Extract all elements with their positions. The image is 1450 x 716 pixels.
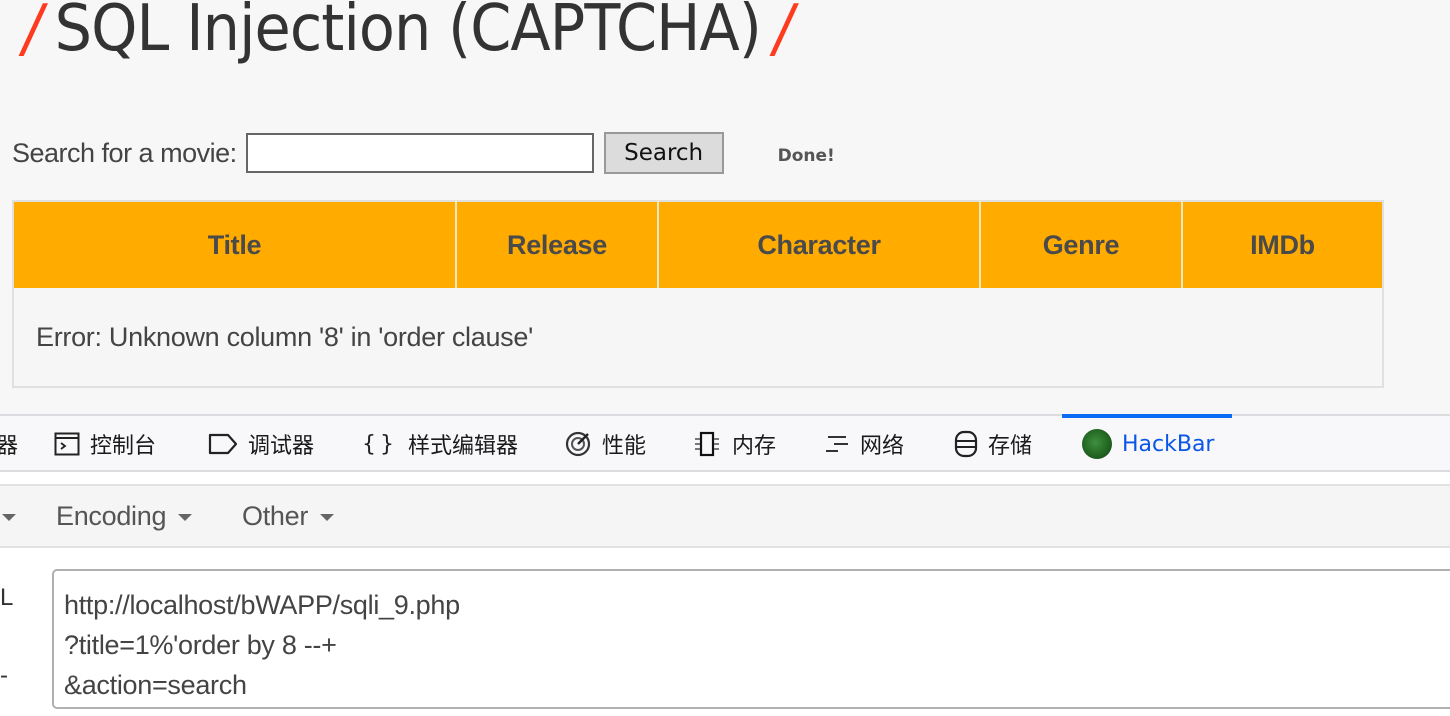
storage-icon	[954, 430, 978, 458]
console-icon	[54, 432, 80, 456]
tab-label: 内存	[732, 434, 777, 459]
menu-label: Encoding	[56, 500, 167, 531]
panel-separator	[0, 472, 1450, 484]
tab-label: 控制台	[90, 434, 157, 459]
tab-performance[interactable]: 性能	[564, 416, 646, 472]
url-textarea[interactable]: http://localhost/bWAPP/sqli_9.php ?title…	[52, 569, 1450, 709]
devtools-tab-bar: 器 控制台 调试器 {} 样式编辑器 性能 内存 网络 存储 HackBar	[0, 414, 1450, 472]
column-header-character: Character	[658, 201, 981, 288]
tab-style-editor[interactable]: {} 样式编辑器	[362, 416, 518, 472]
table-row: Error: Unknown column '8' in 'order clau…	[13, 288, 1383, 387]
movie-table: Title Release Character Genre IMDb Error…	[12, 200, 1384, 388]
post-side-label: -	[0, 662, 8, 689]
debugger-icon	[208, 433, 238, 455]
title-slash-left: /	[22, 0, 43, 66]
hackbar-menu-bar: Encoding Other	[0, 484, 1450, 548]
tab-network[interactable]: 网络	[824, 416, 904, 472]
page-title-text: SQL Injection (CAPTCHA)	[54, 0, 762, 66]
column-header-title: Title	[13, 201, 457, 288]
tab-hackbar[interactable]: HackBar	[1061, 414, 1234, 472]
tab-console[interactable]: 控制台	[54, 416, 156, 472]
memory-icon	[692, 431, 722, 457]
column-header-release: Release	[456, 201, 659, 288]
tab-label: HackBar	[1122, 431, 1215, 457]
hackbar-logo-icon	[1082, 429, 1112, 459]
tab-label: 性能	[602, 434, 647, 459]
network-icon	[824, 433, 850, 455]
url-side-label: L	[0, 584, 14, 611]
chevron-down-icon	[320, 514, 335, 521]
style-editor-icon: {}	[362, 431, 398, 457]
tab-storage[interactable]: 存储	[954, 416, 1032, 472]
tab-label: 器	[0, 434, 19, 459]
tab-label: 网络	[860, 434, 905, 459]
movie-search-input[interactable]	[245, 133, 594, 173]
tab-memory[interactable]: 内存	[692, 416, 776, 472]
tab-debugger[interactable]: 调试器	[208, 416, 314, 472]
menu-other[interactable]: Other	[242, 486, 335, 546]
menu-label: Other	[242, 500, 309, 531]
column-header-genre: Genre	[980, 201, 1183, 288]
error-message: Error: Unknown column '8' in 'order clau…	[13, 288, 1383, 387]
tab-label: 样式编辑器	[408, 434, 519, 459]
title-slash-right: /	[773, 0, 794, 66]
menu-previous-dropdown[interactable]	[0, 486, 16, 546]
tab-label: 调试器	[248, 434, 315, 459]
performance-icon	[564, 430, 592, 458]
page-title: / SQL Injection (CAPTCHA) /	[10, 0, 806, 66]
browser-viewport: / SQL Injection (CAPTCHA) / Search for a m…	[0, 0, 1450, 716]
search-button[interactable]: Search	[603, 132, 724, 174]
hackbar-body: L - http://localhost/bWAPP/sqli_9.php ?t…	[0, 548, 1450, 716]
status-text: Done!	[777, 146, 835, 166]
table-header-row: Title Release Character Genre IMDb	[13, 201, 1383, 288]
search-label: Search for a movie:	[12, 137, 237, 168]
web-page: / SQL Injection (CAPTCHA) / Search for a m…	[0, 0, 1450, 414]
search-form: Search for a movie: Search Done!	[12, 131, 835, 175]
column-header-imdb: IMDb	[1182, 201, 1383, 288]
chevron-down-icon	[178, 514, 193, 521]
tab-label: 存储	[988, 434, 1033, 459]
menu-encoding[interactable]: Encoding	[56, 486, 193, 546]
chevron-down-icon	[2, 514, 16, 521]
tab-inspector[interactable]: 器	[0, 416, 18, 472]
